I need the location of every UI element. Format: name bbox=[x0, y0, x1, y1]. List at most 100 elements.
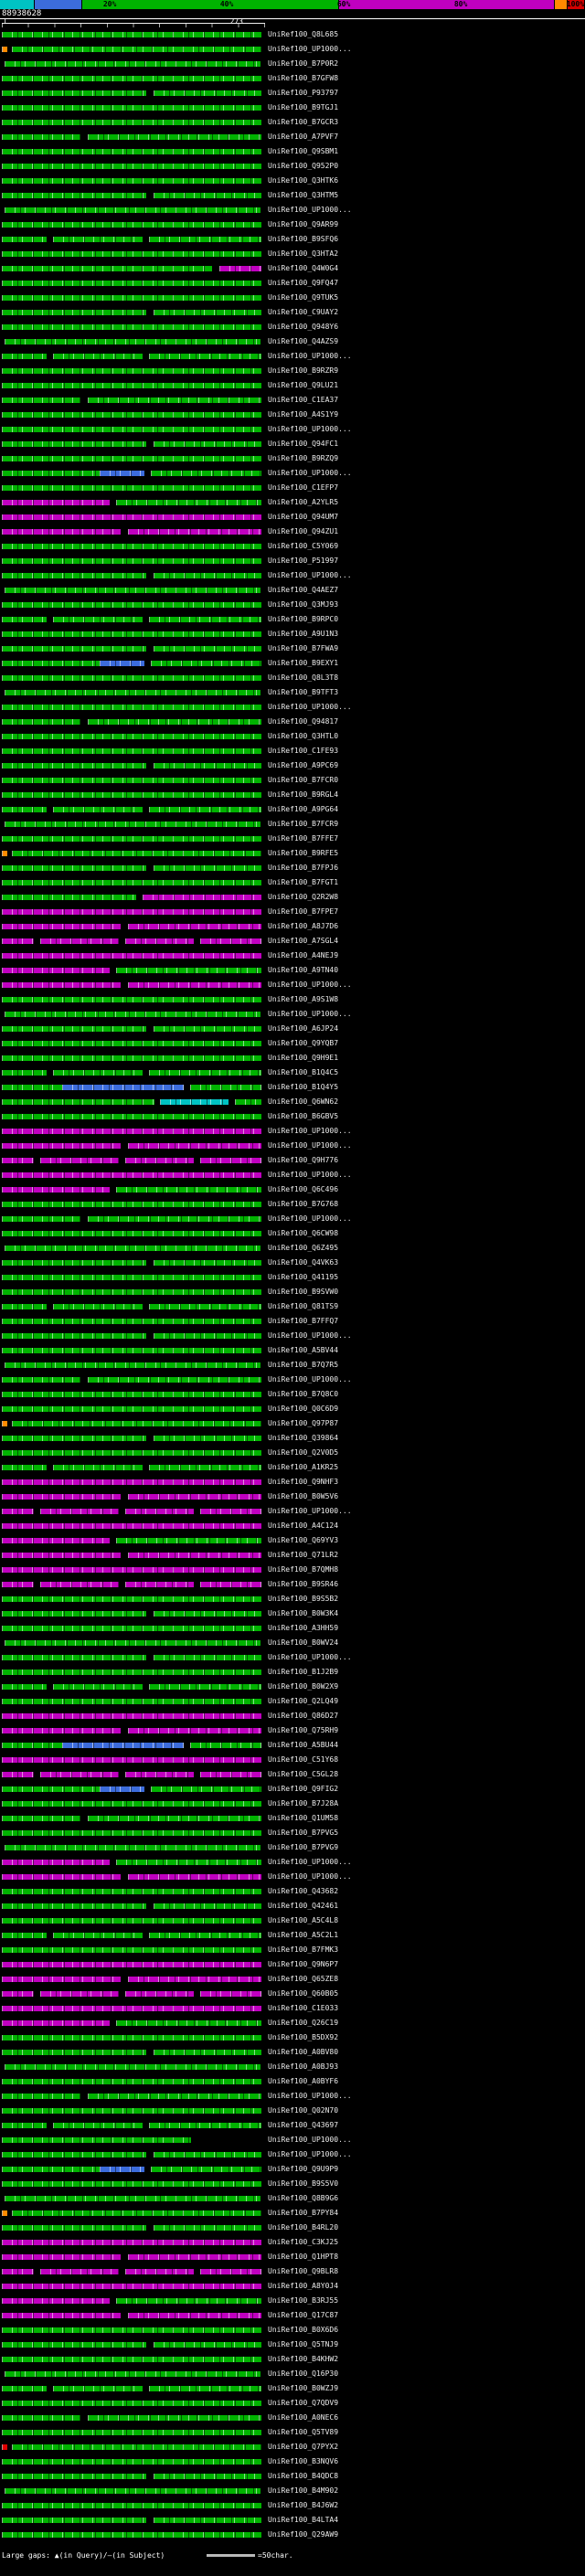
hit-bar-segment[interactable] bbox=[2, 997, 261, 1002]
hit-label[interactable]: UniRef100_B7GFW8 bbox=[268, 71, 338, 86]
hit-label[interactable]: UniRef100_B4J6W2 bbox=[268, 2498, 338, 2513]
hit-label[interactable]: UniRef100_UP1000... bbox=[268, 349, 352, 364]
hit-bar-segment[interactable] bbox=[149, 617, 261, 622]
hit-label[interactable]: UniRef100_C1EA37 bbox=[268, 393, 338, 408]
hit-bar-segment[interactable] bbox=[200, 1991, 261, 1997]
hit-label[interactable]: UniRef100_UP1000... bbox=[268, 1007, 352, 1022]
hit-bar-segment[interactable] bbox=[234, 1099, 261, 1105]
hit-label[interactable]: UniRef100_Q9H776 bbox=[268, 1153, 338, 1168]
hit-bar-segment[interactable] bbox=[2, 851, 8, 856]
hit-bar-segment[interactable] bbox=[200, 1509, 261, 1514]
hit-bar-segment[interactable] bbox=[5, 1246, 261, 1251]
hit-label[interactable]: UniRef100_B7PVG9 bbox=[268, 1840, 338, 1855]
hit-bar-segment[interactable] bbox=[2, 1436, 147, 1441]
hit-bar-segment[interactable] bbox=[2, 1377, 81, 1383]
hit-bar-segment[interactable] bbox=[2, 2050, 147, 2055]
hit-bar-segment[interactable] bbox=[2, 1626, 261, 1631]
hit-bar-segment[interactable] bbox=[2, 544, 261, 549]
hit-bar-segment[interactable] bbox=[153, 1333, 261, 1339]
hit-label[interactable]: UniRef100_A8J7D6 bbox=[268, 919, 338, 934]
hit-label[interactable]: UniRef100_B9TFT3 bbox=[268, 685, 338, 700]
hit-bar-segment[interactable] bbox=[218, 266, 261, 271]
hit-bar-segment[interactable] bbox=[2, 1553, 121, 1558]
hit-label[interactable]: UniRef100_UP1000... bbox=[268, 1504, 352, 1519]
hit-label[interactable]: UniRef100_B9SVW0 bbox=[268, 1285, 338, 1299]
hit-label[interactable]: UniRef100_Q94UM7 bbox=[268, 510, 338, 525]
hit-label[interactable]: UniRef100_B0W2X9 bbox=[268, 1680, 338, 1694]
hit-bar-segment[interactable] bbox=[2, 1509, 34, 1514]
hit-bar-segment[interactable] bbox=[2, 705, 261, 710]
hit-bar-segment[interactable] bbox=[11, 2210, 261, 2216]
hit-bar-segment[interactable] bbox=[2, 1494, 121, 1500]
hit-bar-segment[interactable] bbox=[39, 1509, 120, 1514]
hit-label[interactable]: UniRef100_A3HH59 bbox=[268, 1621, 338, 1636]
hit-bar-segment[interactable] bbox=[2, 456, 261, 461]
hit-bar-segment[interactable] bbox=[2, 2035, 261, 2041]
hit-label[interactable]: UniRef100_Q42461 bbox=[268, 1899, 338, 1913]
hit-label[interactable]: UniRef100_Q9N6P7 bbox=[268, 1957, 338, 1972]
hit-bar-segment[interactable] bbox=[5, 61, 261, 67]
hit-bar-segment[interactable] bbox=[189, 1743, 261, 1748]
hit-label[interactable]: UniRef100_B7Q8C0 bbox=[268, 1387, 338, 1402]
hit-bar-segment[interactable] bbox=[128, 529, 261, 535]
hit-bar-segment[interactable] bbox=[153, 865, 261, 871]
hit-bar-segment[interactable] bbox=[39, 1158, 120, 1163]
hit-bar-segment[interactable] bbox=[116, 500, 261, 505]
hit-bar-segment[interactable] bbox=[2, 1055, 261, 1061]
hit-label[interactable]: UniRef100_Q6WN62 bbox=[268, 1095, 338, 1109]
hit-bar-segment[interactable] bbox=[128, 1977, 261, 1982]
hit-label[interactable]: UniRef100_B1J2B9 bbox=[268, 1665, 338, 1680]
hit-label[interactable]: UniRef100_Q8L685 bbox=[268, 27, 338, 42]
hit-bar-segment[interactable] bbox=[153, 573, 261, 578]
hit-bar-segment[interactable] bbox=[2, 2137, 192, 2143]
hit-bar-segment[interactable] bbox=[2, 1596, 261, 1602]
hit-label[interactable]: UniRef100_Q9U9P9 bbox=[268, 2162, 338, 2177]
hit-bar-segment[interactable] bbox=[2, 865, 147, 871]
hit-bar-segment[interactable] bbox=[5, 2371, 261, 2377]
hit-bar-segment[interactable] bbox=[200, 1582, 261, 1587]
hit-bar-segment[interactable] bbox=[153, 1026, 261, 1032]
hit-bar-segment[interactable] bbox=[2, 2342, 147, 2348]
hit-bar-segment[interactable] bbox=[2, 500, 111, 505]
hit-bar-segment[interactable] bbox=[11, 851, 261, 856]
hit-bar-segment[interactable] bbox=[87, 134, 261, 140]
hit-label[interactable]: UniRef100_Q0C6D9 bbox=[268, 1402, 338, 1416]
hit-bar-segment[interactable] bbox=[2, 1041, 261, 1046]
hit-label[interactable]: UniRef100_Q94FC1 bbox=[268, 437, 338, 451]
hit-bar-segment[interactable] bbox=[150, 471, 261, 476]
hit-bar-segment[interactable] bbox=[2, 164, 261, 169]
hit-label[interactable]: UniRef100_Q4AZS9 bbox=[268, 334, 338, 349]
hit-bar-segment[interactable] bbox=[128, 1494, 261, 1500]
hit-bar-segment[interactable] bbox=[2, 266, 213, 271]
hit-bar-segment[interactable] bbox=[2, 1289, 261, 1295]
hit-bar-segment[interactable] bbox=[2, 471, 100, 476]
hit-label[interactable]: UniRef100_A9S1W8 bbox=[268, 992, 338, 1007]
hit-bar-segment[interactable] bbox=[2, 368, 261, 374]
hit-label[interactable]: UniRef100_B0W3K4 bbox=[268, 1606, 338, 1621]
hit-bar-segment[interactable] bbox=[2, 1158, 34, 1163]
hit-bar-segment[interactable] bbox=[2, 807, 47, 812]
hit-bar-segment[interactable] bbox=[2, 1538, 111, 1543]
hit-bar-segment[interactable] bbox=[128, 1874, 261, 1880]
hit-bar-segment[interactable] bbox=[149, 1304, 261, 1309]
hit-label[interactable]: UniRef100_B7Q7R5 bbox=[268, 1358, 338, 1373]
hit-label[interactable]: UniRef100_B9S5V0 bbox=[268, 2177, 338, 2191]
hit-label[interactable]: UniRef100_C3KJ25 bbox=[268, 2235, 338, 2250]
hit-label[interactable]: UniRef100_UP1000... bbox=[268, 2133, 352, 2147]
hit-label[interactable]: UniRef100_B9RFE5 bbox=[268, 846, 338, 861]
hit-label[interactable]: UniRef100_B7FCR9 bbox=[268, 817, 338, 832]
hit-bar-segment[interactable] bbox=[2, 1728, 121, 1733]
hit-label[interactable]: UniRef100_Q17C87 bbox=[268, 2308, 338, 2323]
hit-label[interactable]: UniRef100_Q9TUK5 bbox=[268, 291, 338, 305]
hit-bar-segment[interactable] bbox=[2, 2167, 100, 2172]
hit-bar-segment[interactable] bbox=[2, 1860, 111, 1865]
hit-label[interactable]: UniRef100_Q4VK63 bbox=[268, 1256, 338, 1270]
hit-bar-segment[interactable] bbox=[2, 719, 81, 725]
hit-label[interactable]: UniRef100_Q02N70 bbox=[268, 2104, 338, 2118]
hit-label[interactable]: UniRef100_Q9SBM1 bbox=[268, 144, 338, 159]
hit-label[interactable]: UniRef100_B7FFQ7 bbox=[268, 1314, 338, 1329]
hit-bar-segment[interactable] bbox=[53, 1070, 144, 1076]
hit-bar-segment[interactable] bbox=[2, 178, 261, 184]
hit-bar-segment[interactable] bbox=[153, 193, 261, 198]
hit-bar-segment[interactable] bbox=[5, 1012, 261, 1017]
